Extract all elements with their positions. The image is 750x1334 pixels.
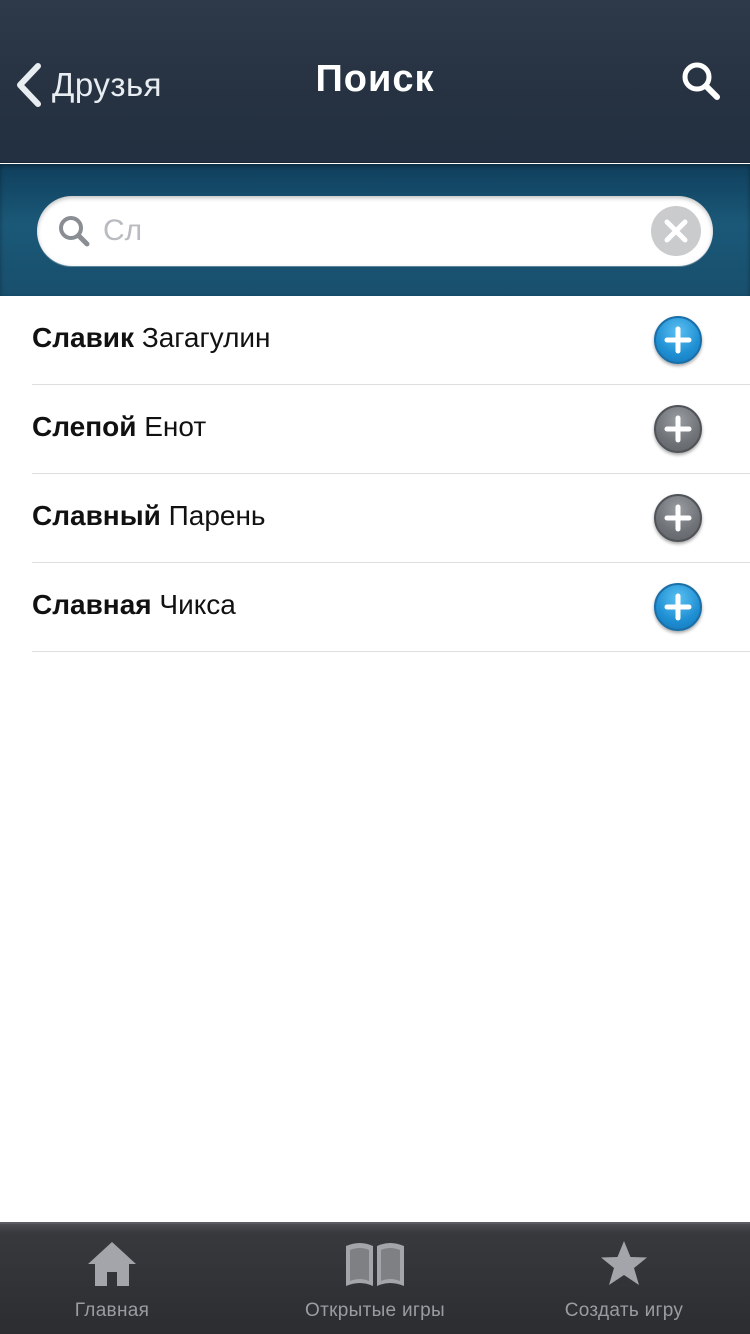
plus-icon bbox=[664, 504, 692, 532]
user-first-name: Славная bbox=[32, 589, 152, 620]
user-first-name: Слепой bbox=[32, 411, 137, 442]
search-field[interactable] bbox=[37, 196, 713, 266]
clear-search-button[interactable] bbox=[651, 206, 701, 256]
add-friend-button[interactable] bbox=[654, 583, 702, 631]
user-name: Славная Чикса bbox=[32, 589, 236, 621]
magnifier-icon bbox=[59, 216, 90, 247]
user-name: Слепой Енот bbox=[32, 411, 206, 443]
user-last-name: Чикса bbox=[159, 589, 236, 620]
add-friend-button[interactable] bbox=[654, 494, 702, 542]
user-name: Славный Парень bbox=[32, 500, 266, 532]
user-first-name: Славик bbox=[32, 322, 135, 353]
tab-label: Открытые игры bbox=[305, 1300, 445, 1321]
plus-icon bbox=[664, 415, 692, 443]
book-icon bbox=[346, 1243, 404, 1286]
plus-icon bbox=[664, 593, 692, 621]
tab-open-games[interactable]: Открытые игры bbox=[262, 1224, 488, 1334]
tab-create-game[interactable]: Создать игру bbox=[524, 1224, 724, 1334]
user-last-name: Загагулин bbox=[141, 322, 271, 353]
search-results-list: Славик Загагулин Слепой Енот Славный Пар… bbox=[0, 296, 750, 652]
home-icon bbox=[88, 1242, 136, 1286]
user-last-name: Парень bbox=[168, 500, 266, 531]
list-item[interactable]: Славик Загагулин bbox=[32, 296, 750, 385]
tab-home[interactable]: Главная bbox=[0, 1224, 224, 1334]
navigation-bar: Друзья Поиск bbox=[0, 0, 750, 163]
tab-label: Главная bbox=[74, 1300, 150, 1321]
search-icon[interactable] bbox=[680, 60, 722, 102]
add-friend-button[interactable] bbox=[654, 316, 702, 364]
add-friend-button[interactable] bbox=[654, 405, 702, 453]
search-bar-area bbox=[0, 164, 750, 296]
user-last-name: Енот bbox=[144, 411, 207, 442]
list-item[interactable]: Слепой Енот bbox=[32, 385, 750, 474]
list-item[interactable]: Славный Парень bbox=[32, 474, 750, 563]
user-first-name: Славный bbox=[32, 500, 161, 531]
plus-icon bbox=[664, 326, 692, 354]
close-icon bbox=[664, 219, 688, 243]
search-input[interactable] bbox=[103, 206, 643, 256]
star-icon bbox=[601, 1241, 647, 1285]
user-name: Славик Загагулин bbox=[32, 322, 271, 354]
tab-label: Создать игру bbox=[564, 1300, 684, 1321]
page-title: Поиск bbox=[315, 58, 435, 100]
tab-bar: Главная Открытые игры Создать игру bbox=[0, 1222, 750, 1334]
list-item[interactable]: Славная Чикса bbox=[32, 563, 750, 652]
